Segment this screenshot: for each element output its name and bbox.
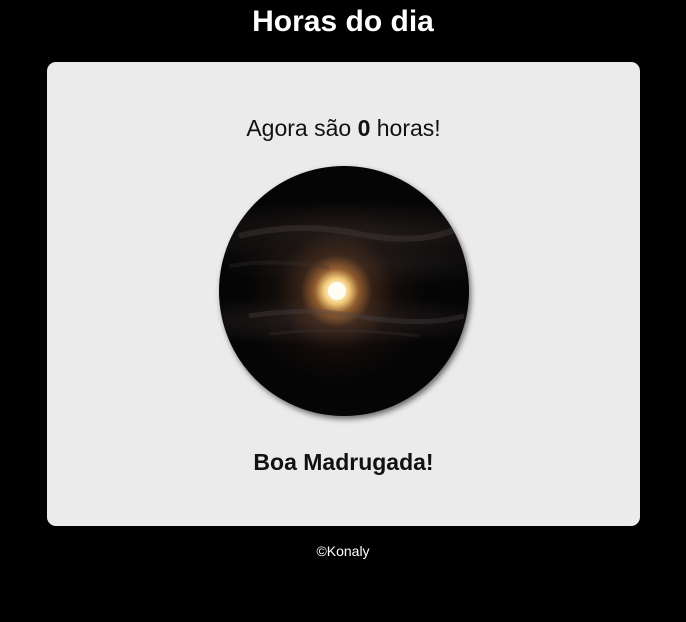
content-card: Agora são 0 horas! Boa Madrugada! <box>47 62 640 526</box>
time-suffix: horas! <box>376 115 441 141</box>
footer-credit: ©Konaly <box>316 543 370 559</box>
page-title: Horas do dia <box>252 5 434 38</box>
time-of-day-image <box>219 166 469 416</box>
greeting-text: Boa Madrugada! <box>253 449 434 475</box>
current-time-text: Agora são 0 horas! <box>47 114 640 142</box>
current-hour: 0 <box>357 115 371 141</box>
moon-clouds-illustration <box>228 225 465 338</box>
time-prefix: Agora são <box>246 115 352 141</box>
